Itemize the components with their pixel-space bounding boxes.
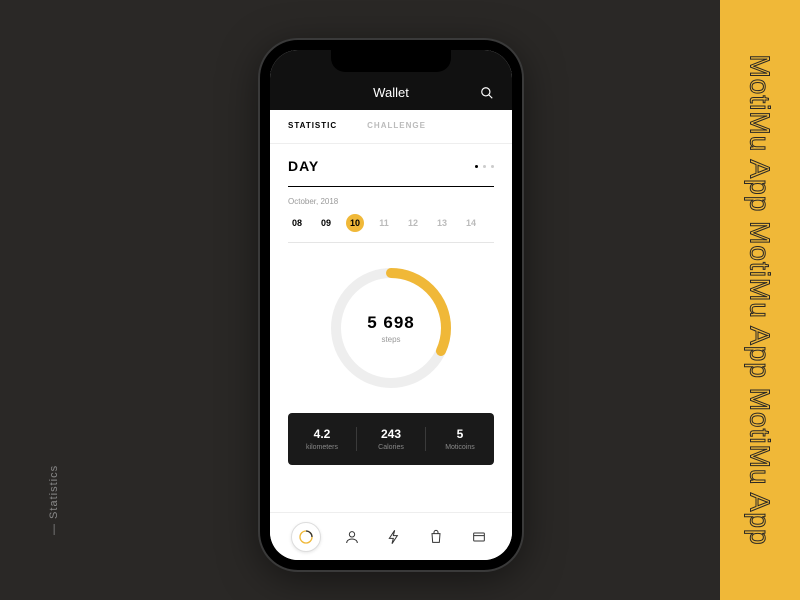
day-13[interactable]: 13: [433, 218, 451, 228]
profile-icon: [344, 529, 360, 545]
ring-center: 5 698 steps: [326, 263, 456, 393]
nav-shop[interactable]: [424, 525, 448, 549]
brand-band: MotiMu App MotiMu App MotiMu App: [720, 0, 800, 600]
stat-cal-value: 243: [357, 427, 425, 441]
wallet-icon: [471, 529, 487, 545]
tab-bar: STATISTIC CHALLENGE: [270, 110, 512, 144]
month-label: October, 2018: [288, 197, 494, 206]
thin-divider: [288, 242, 494, 243]
stat-coin-label: Moticoins: [426, 444, 494, 451]
stat-km-label: kilometers: [288, 444, 356, 451]
progress-ring-wrap: 5 698 steps: [288, 263, 494, 393]
brand-text: MotiMu App MotiMu App MotiMu App: [744, 54, 776, 545]
header-title: Wallet: [373, 85, 409, 100]
stat-cal-label: Calories: [357, 444, 425, 451]
stat-kilometers: 4.2 kilometers: [288, 427, 357, 451]
period-row: DAY: [288, 158, 494, 174]
dot-2: [491, 165, 494, 168]
bottom-nav: [270, 512, 512, 560]
steps-value: 5 698: [367, 313, 415, 333]
page-dots[interactable]: [475, 165, 494, 168]
phone-screen: Wallet STATISTIC CHALLENGE DAY October, …: [270, 50, 512, 560]
stat-coin-value: 5: [426, 427, 494, 441]
stat-km-value: 4.2: [288, 427, 356, 441]
nav-stats[interactable]: [291, 522, 321, 552]
nav-energy[interactable]: [382, 525, 406, 549]
phone-frame: Wallet STATISTIC CHALLENGE DAY October, …: [260, 40, 522, 570]
main-content: DAY October, 2018 08 09 10 11 12 13 14: [270, 144, 512, 479]
tab-statistic[interactable]: STATISTIC: [288, 121, 337, 132]
lightning-icon: [386, 529, 402, 545]
page-side-label: — Statistics: [48, 465, 60, 535]
day-10[interactable]: 10: [346, 214, 364, 232]
phone-notch: [331, 50, 451, 72]
steps-label: steps: [381, 335, 400, 344]
nav-profile[interactable]: [340, 525, 364, 549]
dot-0: [475, 165, 478, 168]
divider: [288, 186, 494, 187]
day-09[interactable]: 09: [317, 218, 335, 228]
day-14[interactable]: 14: [462, 218, 480, 228]
dot-1: [483, 165, 486, 168]
period-label: DAY: [288, 158, 319, 174]
bag-icon: [428, 529, 444, 545]
search-icon[interactable]: [480, 86, 494, 100]
nav-wallet[interactable]: [467, 525, 491, 549]
day-08[interactable]: 08: [288, 218, 306, 228]
day-picker: 08 09 10 11 12 13 14: [288, 214, 494, 232]
stat-calories: 243 Calories: [357, 427, 426, 451]
day-12[interactable]: 12: [404, 218, 422, 228]
stats-icon: [298, 529, 314, 545]
tab-challenge[interactable]: CHALLENGE: [367, 121, 426, 132]
stat-moticoins: 5 Moticoins: [426, 427, 494, 451]
progress-ring: 5 698 steps: [326, 263, 456, 393]
day-11[interactable]: 11: [375, 218, 393, 228]
stats-bar: 4.2 kilometers 243 Calories 5 Moticoins: [288, 413, 494, 465]
